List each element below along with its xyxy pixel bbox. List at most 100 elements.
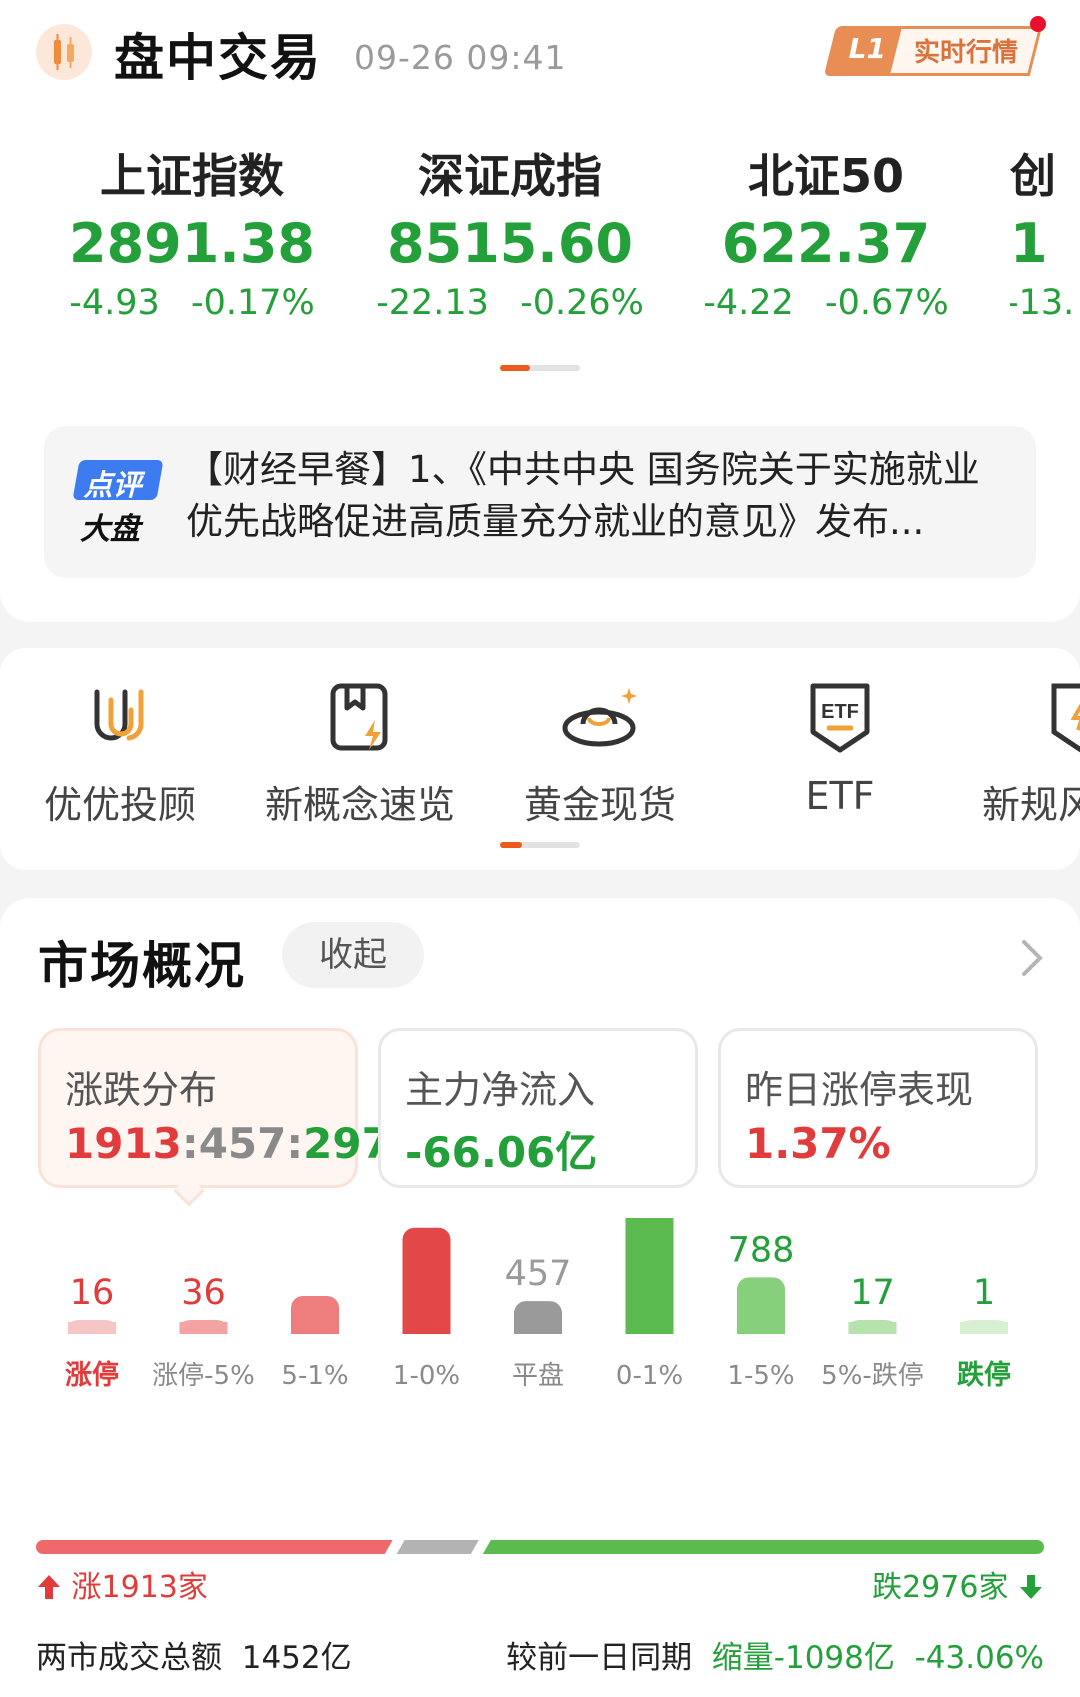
menu-item-gold[interactable]: 黄金现货 [490, 674, 710, 829]
index-sz[interactable]: 深证成指 8515.60 -22.13 -0.26% [360, 140, 660, 323]
realtime-label: 实时行情 [914, 38, 1019, 68]
index-name: 创 [1010, 149, 1056, 203]
bar-base-3 [402, 1322, 451, 1334]
index-change: -22.13 [376, 283, 489, 323]
bar-value-label: 16 [70, 1273, 115, 1313]
index-name: 深证成指 [418, 149, 602, 203]
fall-label: 跌2976家 [872, 1570, 1009, 1605]
l1-tag: L1 [848, 32, 886, 65]
tile-main-inflow[interactable]: 主力净流入 -66.06亿 [378, 1028, 698, 1188]
menu-item-concept[interactable]: 新概念速览 [250, 674, 470, 829]
collapse-button[interactable]: 收起 [282, 922, 424, 988]
separator: : [181, 1119, 199, 1168]
tile-title: 涨跌分布 [65, 1068, 218, 1112]
tile-value: -66.06亿 [405, 1128, 598, 1177]
index-value: 622.37 [721, 212, 931, 275]
category-label: 5%-跌停 [821, 1361, 924, 1391]
tile-rise-fall[interactable]: 涨跌分布 1913:457:2976 [38, 1028, 420, 1188]
category-label: 1-0% [393, 1361, 460, 1391]
bar-base-0 [68, 1322, 116, 1334]
bar-value-label: 1 [973, 1273, 995, 1313]
category-label: 平盘 [512, 1361, 564, 1391]
menu-label: 新概念速览 [264, 783, 455, 827]
bar-base-5 [625, 1322, 674, 1334]
shield-icon [1048, 674, 1080, 764]
menu-label: 黄金现货 [523, 783, 676, 827]
category-label: 跌停 [957, 1359, 1011, 1391]
index-pager [500, 365, 580, 371]
index-sh[interactable]: 上证指数 2891.38 -4.93 -0.17% [42, 140, 342, 323]
rise-count: 1913 [65, 1119, 182, 1168]
compare-pct: -43.06% [914, 1640, 1044, 1676]
market-commentary[interactable]: 点评 大盘 【财经早餐】1、《中共中央 国务院关于实施就业优先战略促进高质量充分… [44, 426, 1036, 578]
compare-label: 较前一日同期 [506, 1640, 693, 1676]
index-change: -13. [1010, 283, 1075, 323]
index-name: 北证50 [747, 149, 904, 203]
bar-base-4 [514, 1322, 562, 1334]
gold-ingot-icon [555, 674, 645, 764]
turnover-compare: 较前一日同期 缩量-1098亿 -43.06% [506, 1632, 1044, 1677]
turnover-label: 两市成交总额 [36, 1640, 222, 1676]
index-card: 盘中交易 09-26 09:41 L1 实时行情 上证指数 2891.38 -4… [0, 0, 1080, 622]
bar-base-7 [848, 1322, 897, 1334]
menu-label: 新规风 [982, 783, 1080, 827]
index-cyb-partial[interactable]: 创 1 -13. [1010, 140, 1080, 323]
index-pct: -0.67% [824, 283, 949, 323]
etf-shield-icon: ETF [795, 674, 885, 764]
chevron-right-icon[interactable] [1020, 938, 1044, 988]
tile-yesterday-limitup[interactable]: 昨日涨停表现 1.37% [718, 1028, 1038, 1188]
index-change: -4.93 [69, 283, 160, 323]
category-label: 0-1% [616, 1361, 683, 1391]
index-value: 8515.60 [387, 212, 633, 275]
bar-base-6 [737, 1322, 785, 1334]
turnover-summary: 两市成交总额 1452亿 [36, 1632, 352, 1677]
bar-value-label: 788 [728, 1230, 795, 1270]
rise-summary: 涨1913家 [36, 1562, 208, 1606]
tile-title: 昨日涨停表现 [745, 1068, 974, 1112]
bar-value-label: 1478 [382, 1218, 471, 1221]
arrow-down-icon [1020, 1575, 1042, 1599]
menu-item-etf[interactable]: ETF ETF [730, 674, 950, 818]
section-title: 市场概况 [38, 937, 246, 995]
bar-value-label: 457 [505, 1254, 572, 1294]
menu-label: ETF [805, 774, 875, 818]
notification-dot [1030, 16, 1046, 32]
rise-label: 涨1913家 [71, 1570, 208, 1605]
realtime-quote-badge[interactable]: L1 实时行情 [823, 16, 1046, 76]
category-label: 涨停-5% [152, 1361, 255, 1391]
index-bz50[interactable]: 北证50 622.37 -4.22 -0.67% [676, 140, 976, 323]
bar-base-1 [179, 1322, 228, 1334]
svg-text:ETF: ETF [821, 701, 859, 723]
tile-value: 1.37% [745, 1119, 891, 1168]
flat-count: 457 [198, 1119, 287, 1168]
separator: : [286, 1119, 304, 1168]
menu-pager [500, 842, 580, 848]
index-value: 2891.38 [69, 212, 315, 275]
arrow-up-icon [38, 1575, 60, 1599]
bar-value-label: 17 [850, 1273, 895, 1313]
badge-top: 点评 [83, 468, 142, 502]
menu-item-new-rules[interactable]: 新规风 [970, 674, 1080, 829]
commentary-text: 【财经早餐】1、《中共中央 国务院关于实施就业优先战略促进高质量充分就业的意见》… [186, 448, 980, 543]
rise-ratio-bar [36, 1540, 393, 1554]
market-overview: 市场概况 收起 涨跌分布 1913:457:2976 主力净流入 -66.06亿… [0, 898, 1080, 1697]
fall-ratio-bar [482, 1540, 1044, 1554]
page-title: 盘中交易 [114, 29, 322, 87]
bar-value-label: 36 [181, 1273, 226, 1313]
category-label: 1-5% [727, 1361, 794, 1391]
menu-label: 优优投顾 [43, 783, 196, 827]
category-label: 5-1% [281, 1361, 348, 1391]
bar-3 [402, 1227, 451, 1334]
shortcut-menu: 优优投顾 新概念速览 黄金现货 ETF ETF 新规风 [0, 648, 1080, 870]
timestamp: 09-26 09:41 [354, 38, 567, 77]
index-value: 1 [1010, 212, 1048, 275]
index-name: 上证指数 [100, 149, 284, 203]
flat-ratio-bar [397, 1540, 479, 1554]
bar-5 [625, 1218, 674, 1334]
index-change: -4.22 [703, 283, 794, 323]
bar-base-8 [960, 1322, 1008, 1334]
menu-item-uu[interactable]: 优优投顾 [10, 674, 230, 829]
turnover-value: 1452亿 [241, 1640, 352, 1676]
candlestick-logo-icon [36, 24, 92, 80]
rise-fall-distribution-chart: 16涨停36涨停-5%5-1%14781-0%457平盘21700-1%7881… [65, 1218, 1011, 1391]
